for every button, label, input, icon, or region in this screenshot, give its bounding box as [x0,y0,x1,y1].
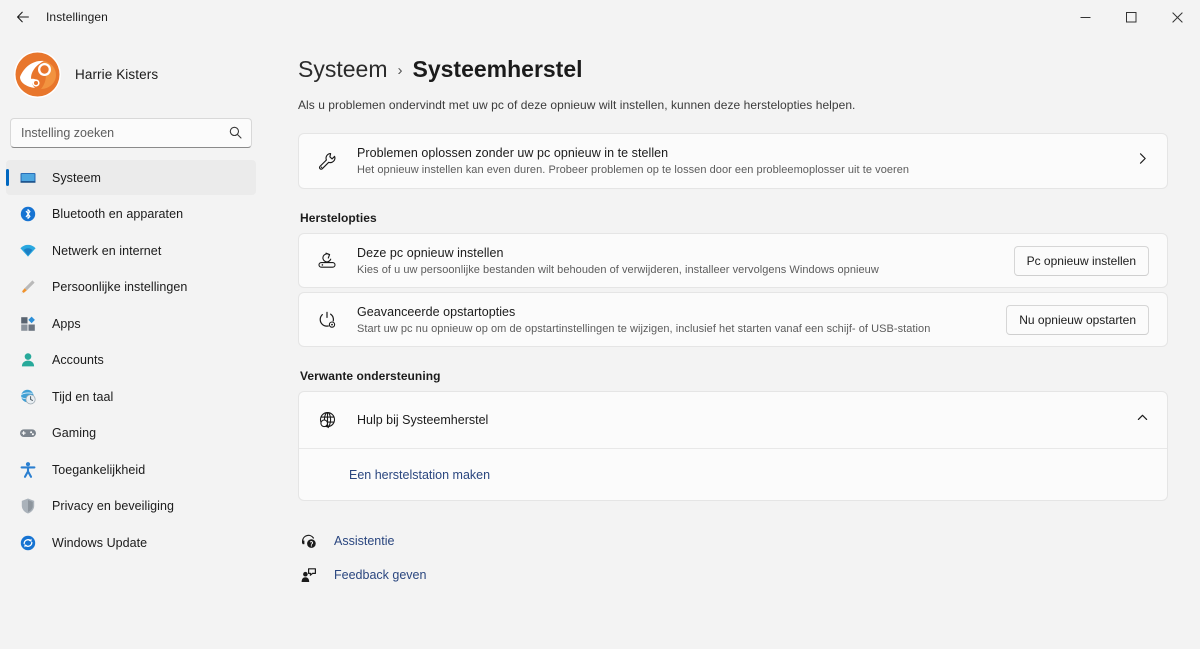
page-title: Systeemherstel [412,56,583,82]
breadcrumb-parent[interactable]: Systeem [298,56,387,83]
create-recovery-drive-link[interactable]: Een herstelstation maken [349,468,490,482]
sidebar-item-label: Windows Update [52,535,148,550]
feedback-link-label: Feedback geven [334,568,427,582]
reset-pc-card-subtitle: Kies of u uw persoonlijke bestanden wilt… [357,263,879,276]
sidebar-item-toegankelijkheid[interactable]: Toegankelijkheid [6,452,256,487]
sidebar-item-label: Netwerk en internet [52,243,162,258]
avatar [14,50,61,98]
search-box[interactable] [10,118,252,148]
sidebar-item-label: Systeem [52,170,101,185]
troubleshoot-card-title: Problemen oplossen zonder uw pc opnieuw … [357,146,669,160]
globe-icon [315,410,339,431]
user-avatar-logo-icon [14,50,61,98]
person-icon [18,350,38,370]
accessibility-icon [18,460,38,480]
window-controls [1062,0,1200,34]
related-section-label: Verwante ondersteuning [300,369,441,383]
sidebar: Harrie Kisters Instelling zoeken Systeem… [0,34,262,649]
reset-pc-icon [315,250,339,272]
minimize-icon [1080,16,1090,18]
page-description: Als u problemen ondervindt met uw pc of … [298,98,856,112]
power-settings-icon [315,309,339,331]
troubleshoot-card[interactable]: Problemen oplossen zonder uw pc opnieuw … [298,133,1168,189]
monitor-icon [18,168,38,188]
advanced-startup-card-text: Geavanceerde opstartopties Start uw pc n… [357,305,992,335]
update-refresh-icon [18,533,38,553]
advanced-startup-card: Geavanceerde opstartopties Start uw pc n… [298,292,1168,347]
sidebar-item-bluetooth-en-apparaten[interactable]: Bluetooth en apparaten [6,197,256,232]
sidebar-item-label: Bluetooth en apparaten [52,207,184,221]
recovery-section-label: Herstelopties [300,211,377,225]
help-expander-body: Een herstelstation maken [299,448,1167,500]
title-bar: Instellingen [0,0,1200,34]
search-icon [229,126,242,144]
help-expander-header[interactable]: Hulp bij Systeemherstel [299,392,1167,448]
minimize-button[interactable] [1062,0,1108,34]
help-expander-title: Hulp bij Systeemherstel [357,413,489,427]
help-expander: Hulp bij Systeemherstel Een herstelstati… [298,391,1168,501]
clock-globe-icon [18,387,38,407]
chevron-up-icon[interactable] [1136,411,1149,429]
sidebar-item-windows-update[interactable]: Windows Update [6,525,256,560]
help-headset-icon [298,533,318,550]
apps-grid-icon [18,314,38,334]
feedback-icon [298,567,318,584]
assistance-link[interactable]: Assistentie [298,527,1168,555]
reset-pc-button[interactable]: Pc opnieuw instellen [1013,245,1149,276]
breadcrumb: Systeem › Systeemherstel [298,56,1168,83]
sidebar-item-systeem[interactable]: Systeem [6,160,256,195]
back-arrow-icon [17,11,29,23]
troubleshoot-card-text: Problemen oplossen zonder uw pc opnieuw … [357,146,1124,176]
main-content: Systeem › Systeemherstel Als u problemen… [262,34,1200,649]
search-input[interactable] [11,126,251,140]
sidebar-item-gaming[interactable]: Gaming [6,416,256,451]
sidebar-item-label: Apps [52,316,81,331]
sidebar-item-label: Accounts [52,353,104,367]
breadcrumb-separator-icon: › [397,62,403,79]
reset-pc-card-text: Deze pc opnieuw instellen Kies of u uw p… [357,246,1000,276]
window-title: Instellingen [46,10,108,24]
sidebar-nav: Systeem Bluetooth en apparaten Netwerk e… [0,160,262,562]
troubleshoot-card-subtitle: Het opnieuw instellen kan even duren. Pr… [357,164,910,176]
sidebar-item-label: Privacy en beveiliging [52,499,174,513]
chevron-right-icon [1136,152,1149,170]
sidebar-item-label: Tijd en taal [52,389,114,404]
reset-pc-card-title: Deze pc opnieuw instellen [357,245,504,260]
settings-window: Instellingen Harrie Kisters Instelling z… [0,0,1200,649]
reset-pc-card: Deze pc opnieuw instellen Kies of u uw p… [298,233,1168,288]
sidebar-item-privacy-en-beveiliging[interactable]: Privacy en beveiliging [6,489,256,524]
wrench-icon [315,151,339,172]
sidebar-item-netwerk-en-internet[interactable]: Netwerk en internet [6,233,256,268]
maximize-button[interactable] [1108,0,1154,34]
sidebar-item-tijd-en-taal[interactable]: Tijd en taal [6,379,256,414]
account-block[interactable]: Harrie Kisters [12,46,262,102]
gamepad-icon [18,423,38,443]
sidebar-item-label: Toegankelijkheid [52,462,146,477]
close-icon [1171,11,1183,23]
sidebar-item-label: Gaming [52,426,97,440]
back-button[interactable] [6,2,40,32]
maximize-icon [1125,11,1136,22]
advanced-startup-card-title: Geavanceerde opstartopties [357,304,516,319]
account-name: Harrie Kisters [75,66,159,82]
sidebar-item-accounts[interactable]: Accounts [6,343,256,378]
paintbrush-icon [18,277,38,297]
sidebar-item-apps[interactable]: Apps [6,306,256,341]
shield-icon [18,496,38,516]
feedback-link[interactable]: Feedback geven [298,561,1168,589]
sidebar-item-label: Persoonlijke instellingen [52,280,188,294]
assistance-link-label: Assistentie [334,534,395,548]
restart-now-button[interactable]: Nu opnieuw opstarten [1006,304,1149,335]
bluetooth-icon [18,204,38,224]
wifi-icon [18,241,38,261]
sidebar-item-persoonlijke-instellingen[interactable]: Persoonlijke instellingen [6,270,256,305]
advanced-startup-card-subtitle: Start uw pc nu opnieuw op om de opstarti… [357,322,931,335]
close-button[interactable] [1154,0,1200,34]
footer-links: Assistentie Feedback geven [298,527,1168,589]
